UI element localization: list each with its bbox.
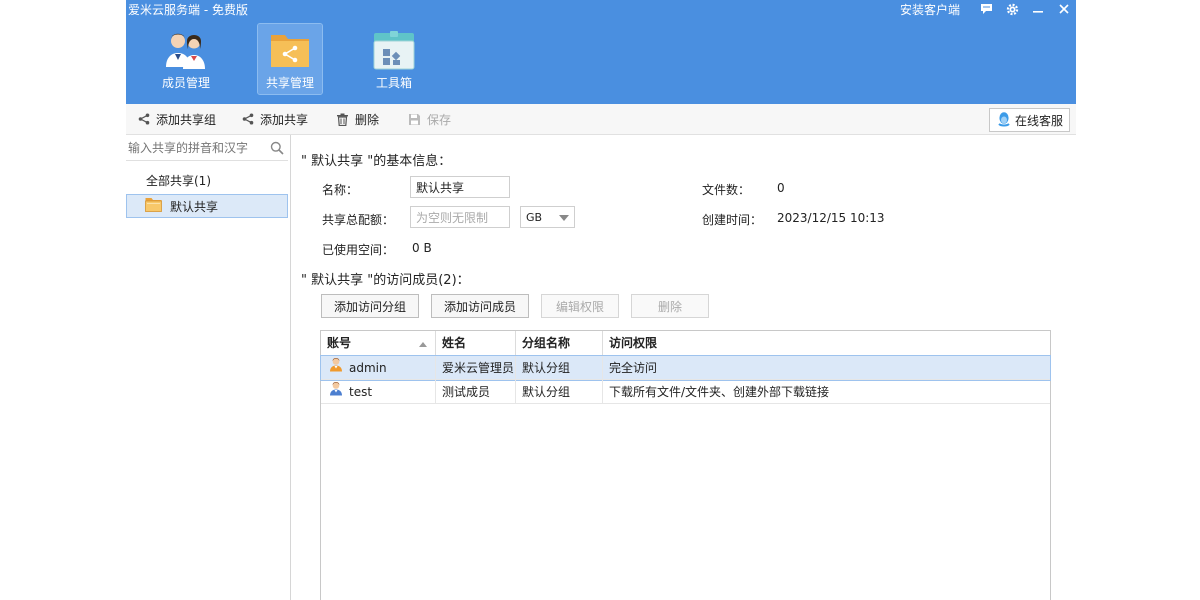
tree-item-default-share[interactable]: 默认共享 [126,194,288,218]
members-table: 账号 姓名 分组名称 访问权限 admin 爱米云管理员 默认分组 完全访问 t… [320,330,1051,600]
delete-label: 删除 [355,112,380,127]
cell-name: 爱米云管理员 [436,356,516,380]
table-row[interactable]: admin 爱米云管理员 默认分组 完全访问 [320,355,1051,381]
share-name-field[interactable]: 默认共享 [410,176,510,198]
cell-group: 默认分组 [516,356,603,380]
share-detail-panel: " 默认共享 "的基本信息： 名称： 默认共享 文件数： 0 共享总配额： 为空… [291,135,1076,600]
share-icon [242,113,254,125]
cell-permission: 下载所有文件/文件夹、创建外部下载链接 [609,385,830,399]
user-admin-icon [329,356,343,380]
window-controls: 安装客户端 [900,0,1072,18]
column-header-account[interactable]: 账号 [321,331,436,355]
add-share-group-label: 添加共享组 [156,112,217,127]
name-label: 名称： [322,183,359,197]
cell-permission: 完全访问 [609,361,658,375]
header-bar: 爱米云服务端 - 免费版 安装客户端 成员管理 共享管理 工具箱 [126,0,1076,104]
nav-member-management[interactable]: 成员管理 [154,24,218,94]
chevron-down-icon [559,211,569,224]
add-share-group-button[interactable]: 添加共享组 [138,104,216,134]
table-header: 账号 姓名 分组名称 访问权限 [321,331,1050,356]
column-header-name[interactable]: 姓名 [436,331,516,355]
quota-unit-value: GB [526,210,543,224]
message-icon[interactable] [978,1,994,17]
folder-icon [145,197,162,215]
share-tree-panel: 全部共享(1) 默认共享 [126,135,291,600]
account-text: test [349,385,373,399]
edit-permission-button[interactable]: 编辑权限 [541,294,619,318]
window-title: 爱米云服务端 - 免费版 [128,3,248,17]
share-folder-icon [267,27,313,73]
delete-button[interactable]: 删除 [336,104,379,134]
sort-ascending-icon [419,331,427,355]
main-nav: 成员管理 共享管理 工具箱 [154,23,466,95]
add-share-label: 添加共享 [260,112,309,127]
search-box [126,138,288,161]
account-text: admin [349,361,387,375]
trash-icon [336,113,349,126]
install-client-link[interactable]: 安装客户端 [900,1,960,18]
used-space-label: 已使用空间： [322,243,395,257]
file-count-value: 0 [777,181,785,195]
nav-share-management[interactable]: 共享管理 [257,23,323,95]
online-service-label: 在线客服 [1014,113,1063,128]
column-header-label: 账号 [327,336,352,350]
app-window: 爱米云服务端 - 免费版 安装客户端 成员管理 共享管理 工具箱 添加共享组 添… [126,0,1076,600]
nav-label: 成员管理 [161,76,210,90]
share-search-input[interactable] [126,138,268,158]
nav-label: 共享管理 [265,76,314,90]
created-time-label: 创建时间： [702,213,763,227]
nav-toolbox[interactable]: 工具箱 [362,24,426,94]
toolbar: 添加共享组 添加共享 删除 保存 在线客服 [126,104,1076,135]
user-icon [329,380,343,404]
cell-group: 默认分组 [516,380,603,404]
minimize-icon[interactable] [1030,1,1046,17]
tree-all-shares[interactable]: 全部共享(1) [146,172,211,189]
nav-label: 工具箱 [375,76,412,90]
cell-account: admin [321,356,436,380]
cell-account: test [321,380,436,404]
save-button[interactable]: 保存 [408,104,451,134]
members-icon [163,27,209,73]
tree-item-label: 默认共享 [170,199,219,214]
column-header-group[interactable]: 分组名称 [516,331,603,355]
settings-gear-icon[interactable] [1004,1,1020,17]
quota-field[interactable]: 为空则无限制 [410,206,510,228]
qq-penguin-icon [996,111,1012,130]
online-service-button[interactable]: 在线客服 [988,108,1070,132]
table-row[interactable]: test 测试成员 默认分组 下载所有文件/文件夹、创建外部下载链接 [321,380,1050,404]
created-time-value: 2023/12/15 10:13 [777,211,885,225]
save-label: 保存 [427,112,452,127]
share-icon [138,113,150,125]
add-access-member-button[interactable]: 添加访问成员 [431,294,529,318]
used-space-value: 0 B [412,241,432,255]
column-header-permission[interactable]: 访问权限 [603,331,1050,355]
file-count-label: 文件数： [702,183,751,197]
save-icon [408,113,421,126]
close-icon[interactable] [1056,1,1072,17]
search-icon[interactable] [270,141,284,158]
basic-info-title: " 默认共享 "的基本信息： [301,154,452,169]
quota-unit-select[interactable]: GB [520,206,575,228]
quota-label: 共享总配额： [322,213,395,227]
delete-member-button[interactable]: 删除 [631,294,709,318]
toolbox-icon [371,27,417,73]
add-access-group-button[interactable]: 添加访问分组 [321,294,419,318]
add-share-button[interactable]: 添加共享 [242,104,308,134]
cell-name: 测试成员 [436,380,516,404]
members-title: " 默认共享 "的访问成员(2)： [301,273,470,288]
